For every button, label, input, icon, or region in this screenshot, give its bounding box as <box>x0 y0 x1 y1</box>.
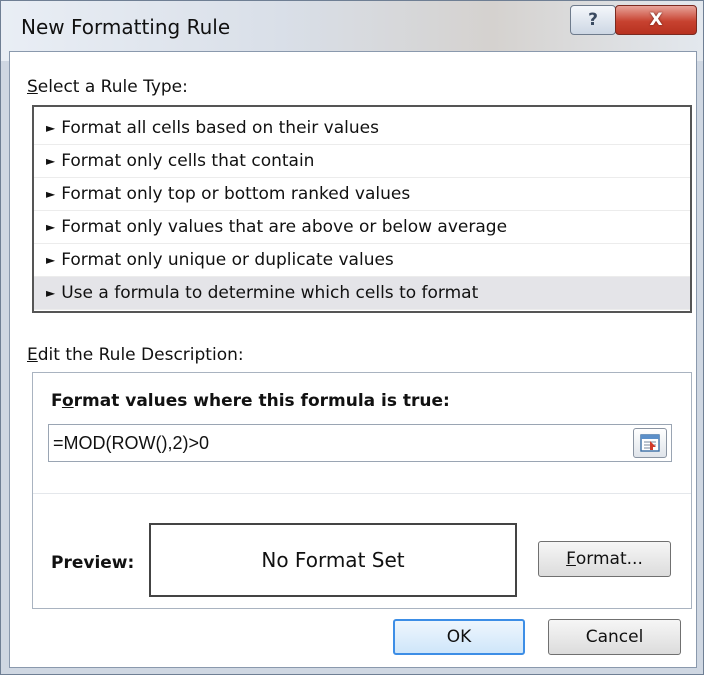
dialog-title: New Formatting Rule <box>21 15 231 39</box>
rule-description-label: Edit the Rule Description: <box>27 345 244 365</box>
rule-type-item[interactable]: ► Format only unique or duplicate values <box>34 244 690 277</box>
panel-divider <box>33 493 691 494</box>
arrow-right-icon: ► <box>46 286 56 300</box>
rule-type-item[interactable]: ► Format all cells based on their values <box>34 112 690 145</box>
rule-description-panel: Format values where this formula is true… <box>32 372 692 609</box>
format-button[interactable]: Format... <box>538 541 671 577</box>
preview-label: Preview: <box>51 553 135 573</box>
arrow-right-icon: ► <box>46 253 56 267</box>
rule-type-item-selected[interactable]: ► Use a formula to determine which cells … <box>34 277 690 310</box>
arrow-right-icon: ► <box>46 187 56 201</box>
arrow-right-icon: ► <box>46 121 56 135</box>
range-selector-icon[interactable] <box>633 428 667 458</box>
formula-input[interactable]: =MOD(ROW(),2)>0 <box>48 424 672 462</box>
help-button[interactable]: ? <box>570 5 616 35</box>
close-button[interactable]: X <box>615 5 697 35</box>
rule-type-list[interactable]: ► Format all cells based on their values … <box>32 105 692 313</box>
rule-type-label: Select a Rule Type: <box>27 77 188 97</box>
rule-type-item[interactable]: ► Format only values that are above or be… <box>34 211 690 244</box>
rule-type-item[interactable]: ► Format only cells that contain <box>34 145 690 178</box>
cancel-button[interactable]: Cancel <box>548 619 681 655</box>
rule-type-item[interactable]: ► Format only top or bottom ranked values <box>34 178 690 211</box>
formula-label: Format values where this formula is true… <box>51 391 450 411</box>
arrow-right-icon: ► <box>46 220 56 234</box>
arrow-right-icon: ► <box>46 154 56 168</box>
ok-button[interactable]: OK <box>393 619 525 655</box>
preview-box: No Format Set <box>149 523 517 597</box>
dialog-window: New Formatting Rule ? X Select a Rule Ty… <box>0 0 704 675</box>
